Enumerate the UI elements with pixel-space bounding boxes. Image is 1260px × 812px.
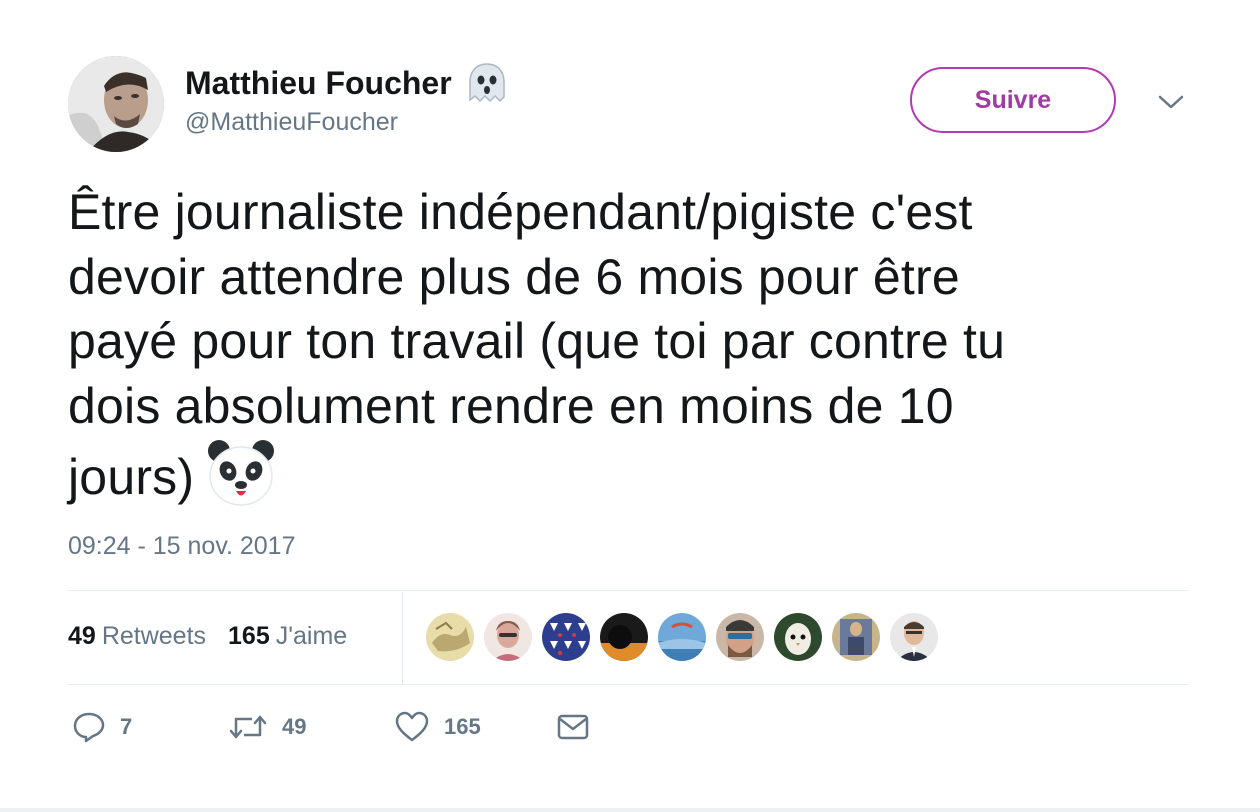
envelope-icon — [556, 712, 590, 742]
heart-icon — [394, 710, 430, 744]
stats-separator — [402, 592, 403, 684]
reply-button[interactable]: 7 — [72, 710, 228, 744]
liker-avatar[interactable] — [542, 613, 590, 661]
reply-icon — [72, 710, 106, 744]
tweet-text-line: devoir attendre plus de 6 mois pour être — [68, 248, 960, 305]
tweet-timestamp[interactable]: 09:24 - 15 nov. 2017 — [68, 532, 296, 561]
liker-avatar[interactable] — [774, 613, 822, 661]
retweet-button[interactable]: 49 — [228, 710, 394, 744]
tweet-text-line: jours) — [68, 449, 195, 505]
liker-avatar[interactable] — [426, 613, 474, 661]
tweet-text-last-line: jours) — [68, 438, 1188, 510]
stat-counts: 49 Retweets 165 J'aime — [68, 622, 347, 651]
like-button[interactable]: 165 — [394, 710, 556, 744]
liker-avatar[interactable] — [484, 613, 532, 661]
divider — [68, 590, 1188, 591]
likes-count: 165 — [228, 622, 270, 650]
bottom-border — [0, 808, 1260, 812]
retweets-stat[interactable]: 49 Retweets — [68, 622, 206, 651]
likes-stat[interactable]: 165 J'aime — [228, 622, 347, 651]
likers-avatars — [426, 613, 938, 661]
retweets-count: 49 — [68, 622, 96, 650]
likes-label: J'aime — [275, 622, 348, 650]
tweet-text-line: dois absolument rendre en moins de 10 — [68, 377, 954, 434]
tweet-stats: 49 Retweets 165 J'aime — [68, 592, 1188, 684]
author-name-row: Matthieu Foucher — [185, 60, 510, 106]
tweet-actions: 7 49 165 — [72, 710, 590, 744]
divider — [68, 684, 1188, 685]
tweet-text-line: Être journaliste indépendant/pigiste c'e… — [68, 184, 973, 240]
tweet-text: Être journaliste indépendant/pigiste c'e… — [68, 180, 1188, 510]
liker-avatar[interactable] — [832, 613, 880, 661]
panda-icon — [206, 438, 276, 508]
liker-avatar[interactable] — [716, 613, 764, 661]
direct-message-button[interactable] — [556, 712, 590, 742]
like-count: 165 — [444, 714, 481, 739]
retweets-label: Retweets — [101, 622, 207, 650]
reply-count: 7 — [120, 714, 133, 739]
author-handle[interactable]: @MatthieuFoucher — [185, 108, 398, 137]
retweet-icon — [228, 710, 268, 744]
liker-avatar[interactable] — [600, 613, 648, 661]
chevron-down-icon[interactable] — [1156, 90, 1186, 114]
liker-avatar[interactable] — [890, 613, 938, 661]
avatar[interactable] — [68, 56, 164, 152]
follow-button[interactable]: Suivre — [910, 67, 1116, 133]
tweet-text-line: payé pour ton travail (que toi par contr… — [68, 313, 1006, 369]
tweet-card: Matthieu Foucher @MatthieuFoucher Suivre… — [0, 0, 1260, 812]
author-display-name[interactable]: Matthieu Foucher — [185, 65, 452, 102]
retweet-count: 49 — [282, 714, 307, 739]
liker-avatar[interactable] — [658, 613, 706, 661]
ghost-icon — [464, 60, 510, 106]
